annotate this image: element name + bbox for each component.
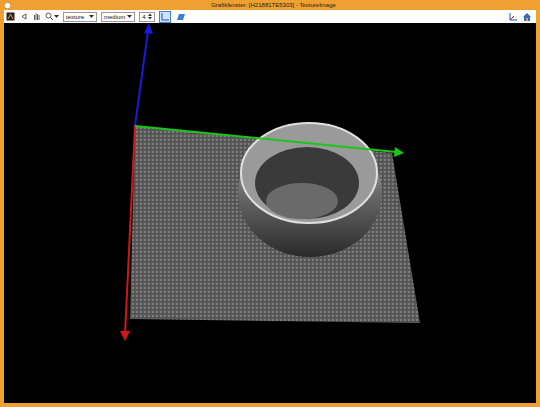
surface-plot [4, 23, 536, 397]
spinner[interactable]: 4 [139, 12, 154, 22]
app-logo-icon[interactable] [6, 12, 15, 21]
dropdown-arrow-icon [54, 14, 59, 19]
dropdown[interactable]: texture [63, 12, 97, 22]
home-icon[interactable] [522, 12, 532, 22]
dropdown-value: texture [66, 13, 84, 21]
render-canvas[interactable] [4, 23, 536, 403]
axes [120, 23, 404, 341]
toolbar: texture medium 4 [4, 10, 536, 23]
window-title: Grafikfenster: [H21881TE5303] - TextureI… [11, 0, 536, 10]
spinner-value: 4 [142, 13, 145, 21]
spin-arrows-icon [148, 13, 152, 20]
app-icon [4, 2, 11, 9]
dropdown[interactable]: medium [101, 12, 135, 22]
magnifier-icon [45, 12, 54, 21]
plane-view-button[interactable] [175, 11, 187, 23]
plane-icon [177, 13, 185, 21]
hand-icon[interactable] [32, 12, 41, 21]
title-bar: Grafikfenster: [H21881TE5303] - TextureI… [4, 0, 536, 10]
axes-icon [161, 13, 169, 21]
dropdown-arrow-icon [127, 14, 132, 19]
zoom-tool[interactable] [45, 12, 59, 21]
back-arrow-icon[interactable] [19, 12, 28, 21]
surface [130, 126, 420, 323]
axes-view-button[interactable] [159, 11, 171, 23]
dropdown-arrow-icon [89, 14, 94, 19]
axis-settings-icon[interactable] [508, 12, 518, 22]
dropdown-value: medium [104, 13, 125, 21]
graphics-window: Grafikfenster: [H21881TE5303] - TextureI… [0, 0, 540, 407]
